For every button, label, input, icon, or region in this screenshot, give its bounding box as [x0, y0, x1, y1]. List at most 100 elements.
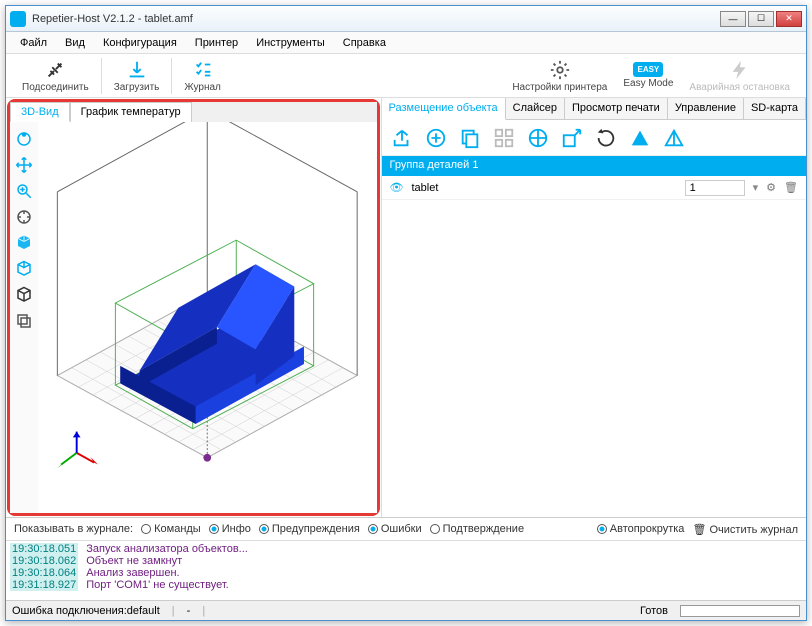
export-button[interactable] [390, 126, 414, 150]
move-view-button[interactable] [13, 154, 35, 176]
menu-printer[interactable]: Принтер [187, 34, 246, 52]
main-toolbar: Подсоединить Загрузить Журнал Настройки … [6, 54, 806, 98]
log-section: Показывать в журнале: Команды Инфо Преду… [6, 517, 806, 600]
zoom-button[interactable] [13, 180, 35, 202]
grid-icon [493, 127, 515, 149]
center-button[interactable] [526, 126, 550, 150]
menubar: Файл Вид Конфигурация Принтер Инструмент… [6, 32, 806, 54]
app-icon [10, 11, 26, 27]
clear-log-button[interactable]: 🗑 Очистить журнал [692, 523, 798, 536]
tab-slicer[interactable]: Слайсер [506, 98, 565, 119]
autoscroll-toggle[interactable]: Автопрокрутка [597, 523, 685, 535]
cube-front-icon [15, 260, 33, 278]
titlebar: Repetier-Host V2.1.2 - tablet.amf — ☐ ✕ [6, 6, 806, 32]
gear-icon [549, 59, 571, 81]
window-title: Repetier-Host V2.1.2 - tablet.amf [32, 13, 720, 25]
menu-tools[interactable]: Инструменты [248, 34, 333, 52]
delete-object-button[interactable]: 🗑 [784, 181, 798, 194]
move-icon [15, 156, 33, 174]
list-icon [192, 59, 214, 81]
scale-button[interactable] [560, 126, 584, 150]
arrange-button[interactable] [492, 126, 516, 150]
filter-commands[interactable]: Команды [141, 523, 201, 535]
right-pane: Размещение объекта Слайсер Просмотр печа… [381, 98, 807, 517]
triangle-solid-icon [629, 127, 651, 149]
top-view-button[interactable] [13, 284, 35, 306]
rotate-button[interactable] [594, 126, 618, 150]
tab-temperature[interactable]: График температур [70, 102, 192, 122]
center-icon [527, 127, 549, 149]
object-row[interactable]: 👁 tablet ▾ ⚙ 🗑 [382, 176, 807, 200]
filter-warnings[interactable]: Предупреждения [259, 523, 360, 535]
emergency-stop-button[interactable]: Аварийная остановка [681, 57, 798, 95]
content-area: 3D-Вид График температур [6, 98, 806, 517]
3d-view [10, 122, 377, 513]
app-window: Repetier-Host V2.1.2 - tablet.amf — ☐ ✕ … [5, 5, 807, 621]
mirror-h-button[interactable] [662, 126, 686, 150]
export-icon [391, 127, 413, 149]
group-header: Группа деталей 1 [382, 156, 807, 176]
bolt-icon [729, 59, 751, 81]
tab-preview[interactable]: Просмотр печати [565, 98, 668, 119]
left-pane: 3D-Вид График температур [7, 99, 380, 516]
right-tabs: Размещение объекта Слайсер Просмотр печа… [382, 98, 807, 120]
view-tabs: 3D-Вид График температур [10, 102, 377, 122]
tab-sdcard[interactable]: SD-карта [744, 98, 806, 119]
rotate-icon [595, 127, 617, 149]
3d-toolbar [10, 122, 38, 513]
3d-canvas[interactable] [38, 122, 377, 513]
download-icon [126, 59, 148, 81]
fit-button[interactable] [13, 206, 35, 228]
placement-toolbar [382, 120, 807, 156]
close-button[interactable]: ✕ [776, 11, 802, 27]
object-name: tablet [411, 182, 676, 194]
filter-errors[interactable]: Ошибки [368, 523, 422, 535]
zoom-icon [15, 182, 33, 200]
connect-button[interactable]: Подсоединить [14, 57, 97, 95]
load-button[interactable]: Загрузить [106, 57, 168, 95]
status-ready: Готов [640, 605, 668, 617]
cube-outline-icon [15, 286, 33, 304]
tab-placement[interactable]: Размещение объекта [382, 98, 506, 120]
copies-input[interactable] [685, 180, 745, 196]
tab-3d-view[interactable]: 3D-Вид [10, 102, 70, 122]
rotate-view-button[interactable] [13, 128, 35, 150]
menu-help[interactable]: Справка [335, 34, 394, 52]
crosshair-icon [15, 208, 33, 226]
filter-ack[interactable]: Подтверждение [430, 523, 524, 535]
log-body[interactable]: 19:30:18.051Запуск анализатора объектов.… [6, 540, 806, 600]
menu-file[interactable]: Файл [12, 34, 55, 52]
statusbar: Ошибка подключения:default |-| Готов [6, 600, 806, 620]
log-label: Показывать в журнале: [14, 523, 133, 535]
orbit-icon [15, 130, 33, 148]
menu-view[interactable]: Вид [57, 34, 93, 52]
object-settings-button[interactable]: ⚙ [766, 181, 776, 194]
journal-button[interactable]: Журнал [176, 57, 229, 95]
log-header: Показывать в журнале: Команды Инфо Преду… [6, 518, 806, 540]
mirror-v-button[interactable] [628, 126, 652, 150]
menu-config[interactable]: Конфигурация [95, 34, 185, 52]
status-connection: Ошибка подключения:default [12, 605, 160, 617]
copy-button[interactable] [458, 126, 482, 150]
3d-scene [38, 122, 377, 513]
filter-info[interactable]: Инфо [209, 523, 251, 535]
easy-badge: EASY [633, 62, 663, 77]
tab-control[interactable]: Управление [668, 98, 744, 119]
minimize-button[interactable]: — [720, 11, 746, 27]
triangle-outline-icon [663, 127, 685, 149]
dropdown-icon[interactable]: ▾ [753, 181, 759, 194]
parallel-button[interactable] [13, 310, 35, 332]
printer-settings-button[interactable]: Настройки принтера [504, 57, 615, 95]
add-button[interactable] [424, 126, 448, 150]
front-view-button[interactable] [13, 258, 35, 280]
plug-icon [44, 59, 66, 81]
progress-bar [680, 605, 800, 617]
stack-icon [15, 312, 33, 330]
cube-icon [15, 234, 33, 252]
easy-mode-button[interactable]: EASY Easy Mode [615, 60, 681, 91]
iso-view-button[interactable] [13, 232, 35, 254]
maximize-button[interactable]: ☐ [748, 11, 774, 27]
visibility-toggle[interactable]: 👁 [390, 181, 404, 194]
plus-circle-icon [425, 127, 447, 149]
copy-icon [459, 127, 481, 149]
